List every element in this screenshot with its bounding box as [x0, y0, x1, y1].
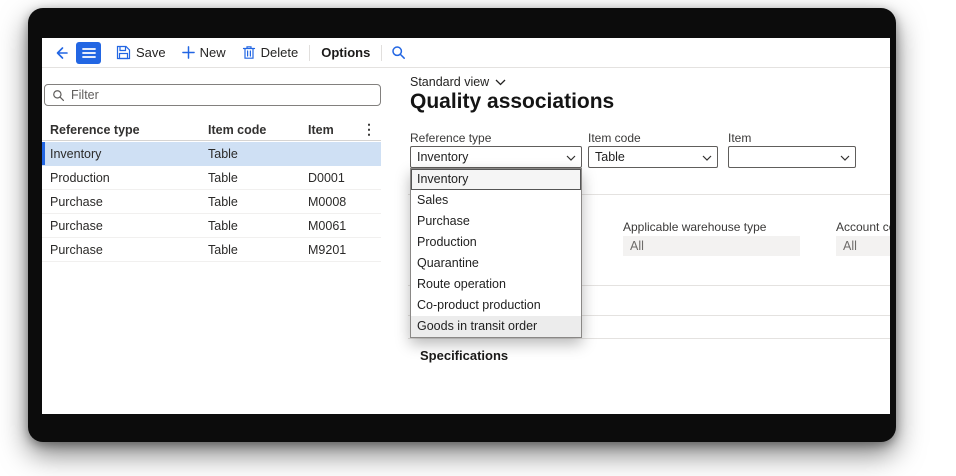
cell-reference-type: Production [50, 171, 110, 185]
search-icon [391, 45, 406, 60]
cell-item-code: Table [208, 243, 238, 257]
new-label: New [199, 45, 226, 60]
cell-item-code: Table [208, 171, 238, 185]
table-row[interactable]: Production Table D0001 [42, 166, 381, 190]
cell-item-code: Table [208, 195, 238, 209]
reference-type-dropdown: Inventory Sales Purchase Production Quar… [410, 168, 582, 338]
chevron-down-icon [840, 155, 850, 161]
toolbar: Save New Delete Options [42, 38, 890, 68]
dropdown-option-route-operation[interactable]: Route operation [411, 274, 581, 295]
cell-item-code: Table [208, 219, 238, 233]
cell-reference-type: Purchase [50, 243, 103, 257]
table-row[interactable]: Purchase Table M9201 [42, 238, 381, 262]
chevron-down-icon [702, 155, 712, 161]
dropdown-option-inventory[interactable]: Inventory [411, 169, 581, 190]
item-code-label: Item code [588, 131, 641, 145]
app-content: Save New Delete Options Filter Reference… [42, 38, 890, 414]
cell-item: M9201 [308, 243, 347, 257]
table-row[interactable]: Purchase Table M0008 [42, 190, 381, 214]
grid-rows: Inventory Table Production Table D0001 P… [42, 142, 381, 262]
specifications-section-header[interactable]: Specifications [420, 348, 508, 363]
search-button[interactable] [385, 38, 411, 67]
filter-box [44, 84, 381, 106]
filter-input[interactable] [71, 88, 373, 102]
hamburger-icon [81, 47, 96, 59]
reference-type-value: Inventory [417, 150, 469, 164]
back-button[interactable] [48, 38, 74, 67]
cell-item: M0008 [308, 195, 347, 209]
record-list-panel: Reference type Item code Item ⋮ Inventor… [42, 68, 383, 414]
trash-icon [242, 45, 256, 60]
cell-reference-type: Inventory [50, 147, 102, 161]
detail-panel: Standard view Quality associations Refer… [408, 68, 890, 414]
toolbar-separator [309, 44, 311, 61]
cell-reference-type: Purchase [50, 219, 103, 233]
options-label: Options [321, 45, 371, 60]
delete-button[interactable]: Delete [234, 38, 307, 67]
account-code-field: All [836, 236, 890, 256]
options-menu[interactable]: Options [313, 38, 378, 67]
cell-item-code: Table [208, 147, 238, 161]
item-combobox[interactable] [728, 146, 856, 168]
save-button[interactable]: Save [108, 38, 174, 67]
delete-label: Delete [260, 45, 299, 60]
applicable-warehouse-type-label: Applicable warehouse type [623, 220, 767, 234]
dropdown-option-production[interactable]: Production [411, 232, 581, 253]
save-label: Save [136, 45, 166, 60]
item-code-combobox[interactable]: Table [588, 146, 718, 168]
cell-item: M0061 [308, 219, 347, 233]
toolbar-separator [381, 44, 383, 61]
column-header-item-code[interactable]: Item code [208, 123, 266, 137]
page-title: Quality associations [410, 90, 615, 113]
view-selector[interactable]: Standard view [410, 75, 506, 89]
cell-item: D0001 [308, 171, 345, 185]
column-header-reference-type[interactable]: Reference type [50, 123, 140, 137]
item-label: Item [728, 131, 752, 145]
chevron-down-icon [495, 79, 506, 86]
dropdown-option-goods-in-transit-order[interactable]: Goods in transit order [411, 316, 581, 337]
cell-reference-type: Purchase [50, 195, 103, 209]
plus-icon [181, 46, 195, 59]
new-button[interactable]: New [174, 38, 234, 67]
reference-type-combobox[interactable]: Inventory [410, 146, 582, 168]
filter-search-icon [52, 89, 65, 102]
reference-type-label: Reference type [410, 131, 492, 145]
table-row[interactable]: Purchase Table M0061 [42, 214, 381, 238]
item-code-value: Table [595, 150, 625, 164]
column-header-item[interactable]: Item [308, 123, 334, 137]
account-code-label: Account code [836, 220, 890, 234]
chevron-down-icon [566, 155, 576, 161]
section-divider [408, 338, 890, 339]
more-options-icon[interactable]: ⋮ [362, 121, 376, 138]
view-selector-label: Standard view [410, 75, 490, 89]
nav-menu-button[interactable] [76, 41, 101, 64]
table-row[interactable]: Inventory Table [42, 142, 381, 166]
back-arrow-icon [53, 45, 69, 61]
save-icon [116, 45, 131, 60]
dropdown-option-co-product-production[interactable]: Co-product production [411, 295, 581, 316]
app-window: Save New Delete Options Filter Reference… [28, 8, 896, 442]
dropdown-option-sales[interactable]: Sales [411, 190, 581, 211]
grid-header: Reference type Item code Item ⋮ [42, 120, 381, 141]
dropdown-option-purchase[interactable]: Purchase [411, 211, 581, 232]
dropdown-option-quarantine[interactable]: Quarantine [411, 253, 581, 274]
applicable-warehouse-type-field: All [623, 236, 800, 256]
